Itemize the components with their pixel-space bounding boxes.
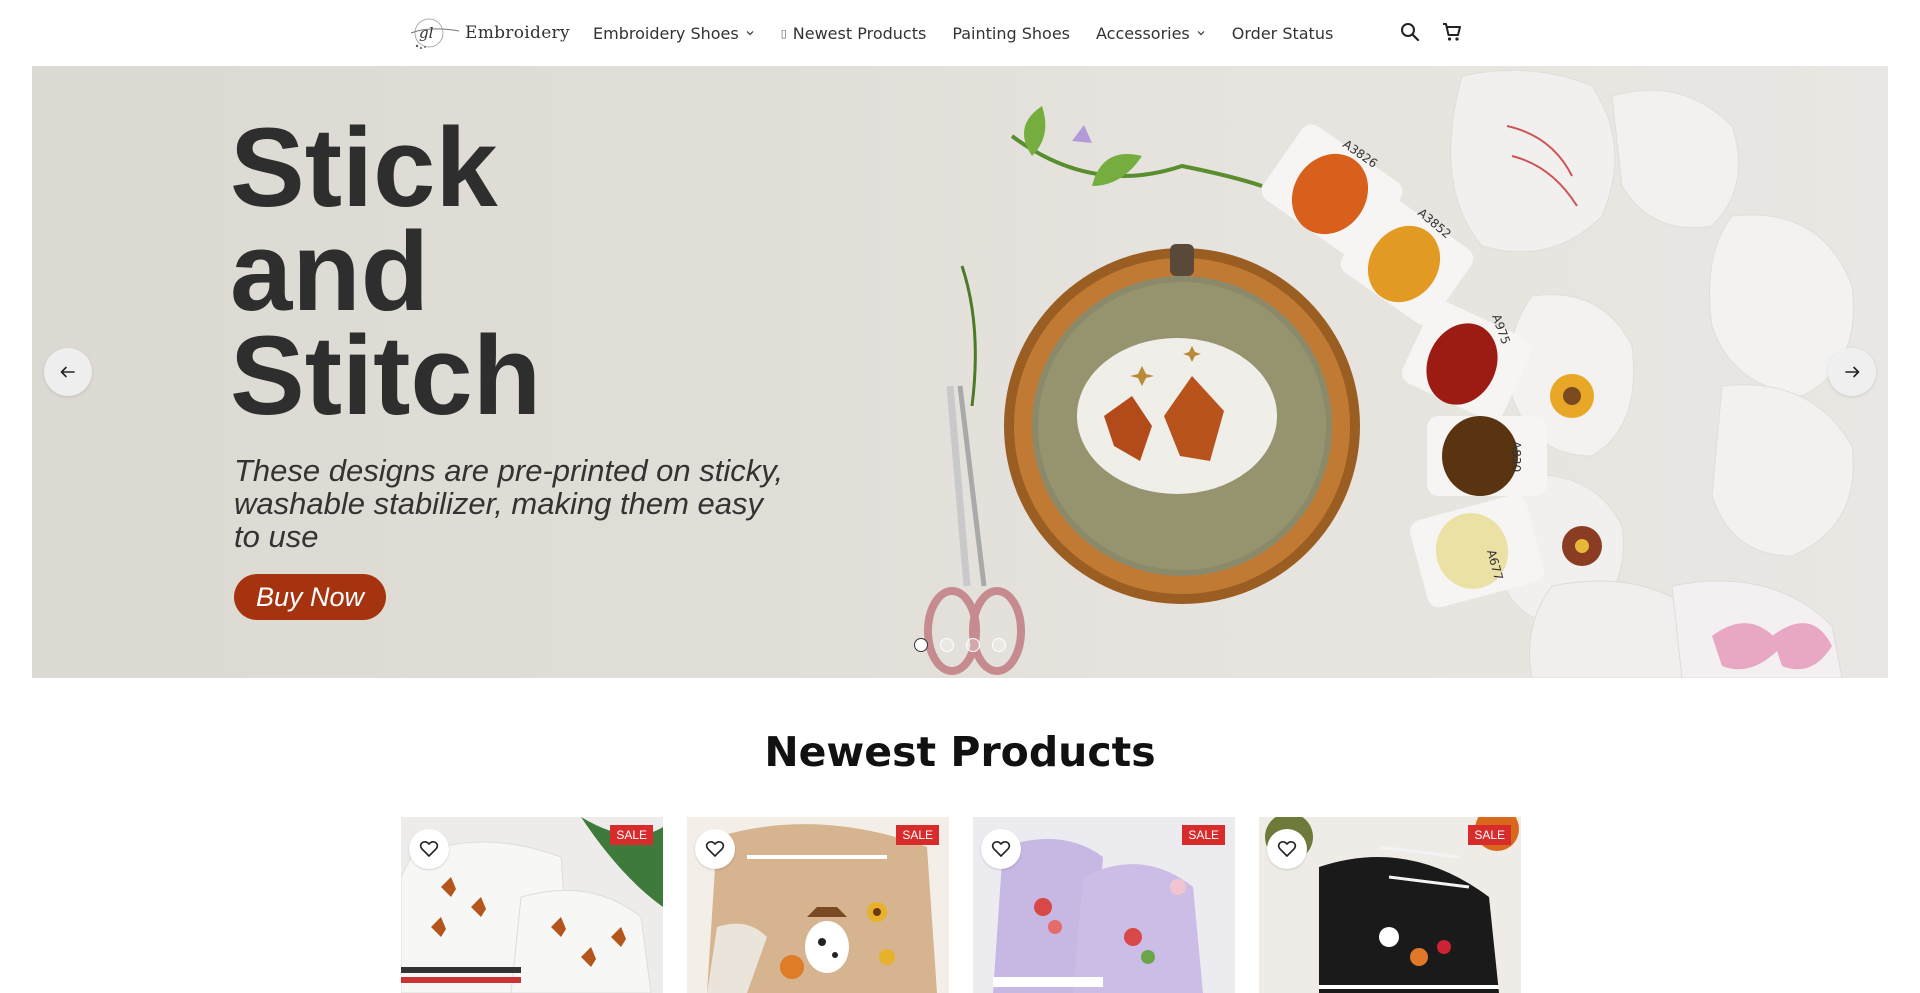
slider-dot-1[interactable]: [914, 638, 928, 652]
sale-badge: SALE: [1182, 825, 1225, 845]
site-header: gl Embroidery Embroidery Shoes ▯ Newest …: [0, 0, 1920, 66]
arrow-right-icon: [1845, 366, 1860, 378]
slider-dot-4[interactable]: [992, 638, 1006, 652]
slider-dots: [914, 638, 1006, 652]
sale-badge: SALE: [610, 825, 653, 845]
header-actions: [1398, 20, 1464, 44]
nav-accessories-label: Accessories: [1096, 23, 1190, 43]
heart-icon: [991, 840, 1011, 858]
nav-painting-shoes-label: Painting Shoes: [952, 23, 1070, 43]
product-card[interactable]: SALE: [1259, 817, 1521, 993]
arrow-left-icon: [60, 366, 75, 378]
logo[interactable]: gl Embroidery: [405, 14, 570, 52]
nav-order-status-label: Order Status: [1231, 23, 1334, 43]
nav-newest-products[interactable]: ▯ Newest Products: [781, 24, 927, 43]
nav-newest-products-label: Newest Products: [792, 23, 927, 43]
section-title-newest-products: Newest Products: [764, 728, 1156, 776]
nav-glyph-icon: ▯: [780, 26, 787, 40]
nav-embroidery-shoes-label: Embroidery Shoes: [593, 23, 739, 43]
slider-prev-button[interactable]: [44, 348, 92, 396]
hero-slider: A3826 A3852 A975 A830 A677 Stick and Sti…: [32, 66, 1888, 678]
wishlist-button[interactable]: [981, 829, 1021, 869]
svg-text:A830: A830: [1509, 441, 1523, 472]
sale-badge: SALE: [896, 825, 939, 845]
svg-text:gl: gl: [419, 24, 434, 42]
heart-icon: [1277, 840, 1297, 858]
chevron-down-icon: [1197, 31, 1205, 36]
main-nav: Embroidery Shoes ▯ Newest Products Paint…: [593, 0, 1333, 66]
nav-painting-shoes[interactable]: Painting Shoes: [952, 24, 1070, 43]
heart-icon: [419, 840, 439, 858]
product-grid: SALE SALE SALE SALE: [401, 817, 1521, 993]
product-card[interactable]: SALE: [401, 817, 663, 993]
wishlist-button[interactable]: [409, 829, 449, 869]
cart-icon[interactable]: [1440, 20, 1464, 44]
nav-order-status[interactable]: Order Status: [1232, 24, 1334, 43]
product-card[interactable]: SALE: [687, 817, 949, 993]
wishlist-button[interactable]: [695, 829, 735, 869]
hero-title: Stick and Stitch: [230, 105, 542, 438]
search-icon[interactable]: [1398, 20, 1422, 44]
slider-dot-3[interactable]: [966, 638, 980, 652]
heart-icon: [705, 840, 725, 858]
nav-embroidery-shoes[interactable]: Embroidery Shoes: [593, 24, 755, 43]
slider-next-button[interactable]: [1828, 348, 1876, 396]
slider-dot-2[interactable]: [940, 638, 954, 652]
product-card[interactable]: SALE: [973, 817, 1235, 993]
sale-badge: SALE: [1468, 825, 1511, 845]
logo-mark-icon: gl: [410, 18, 460, 49]
hero-subtitle: These designs are pre-printed on sticky,…: [234, 453, 784, 554]
chevron-down-icon: [746, 31, 754, 36]
buy-now-button[interactable]: Buy Now: [234, 574, 386, 620]
logo-text: Embroidery: [465, 23, 570, 43]
wishlist-button[interactable]: [1267, 829, 1307, 869]
nav-accessories[interactable]: Accessories: [1096, 24, 1206, 43]
